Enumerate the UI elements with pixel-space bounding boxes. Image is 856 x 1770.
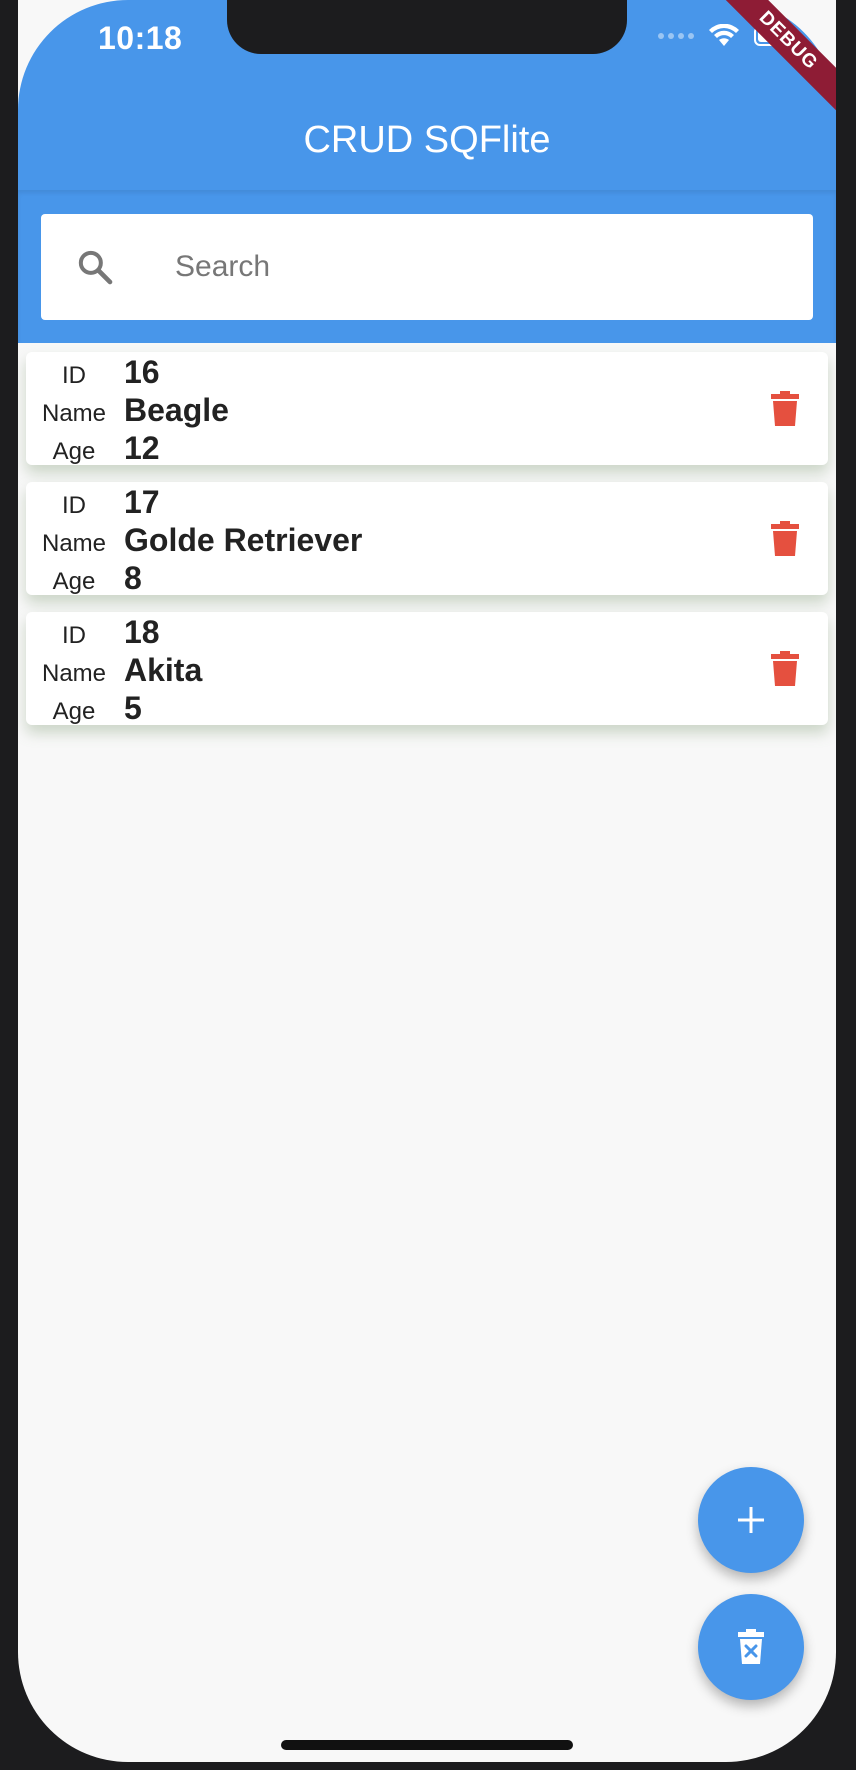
id-label: ID (62, 622, 86, 649)
clear-all-button[interactable] (698, 1594, 804, 1700)
clear-all-icon (738, 1629, 764, 1664)
delete-button[interactable] (764, 518, 806, 560)
app-bar: CRUD SQFlite (18, 90, 836, 190)
age-value: 12 (124, 430, 160, 466)
status-time: 10:18 (98, 20, 183, 56)
name-value: Golde Retriever (124, 522, 363, 558)
list-item[interactable]: ID 17 Name Golde Retriever Age 8 (26, 482, 828, 596)
id-value: 17 (124, 484, 160, 520)
name-label: Name (41, 660, 107, 687)
delete-button[interactable] (764, 388, 806, 430)
cellular-signal-icon (658, 33, 694, 39)
age-value: 8 (124, 560, 142, 596)
device-notch (227, 0, 627, 54)
search-box[interactable] (41, 214, 813, 320)
trash-icon (771, 521, 799, 556)
age-label: Age (52, 438, 96, 465)
home-indicator[interactable] (281, 1740, 573, 1750)
search-panel (18, 190, 836, 343)
search-input[interactable] (173, 249, 737, 285)
name-label: Name (41, 400, 107, 427)
search-icon (78, 250, 113, 285)
record-list: ID 16 Name Beagle Age 12 ID 17 Name Gold… (26, 352, 828, 742)
list-item[interactable]: ID 18 Name Akita Age 5 (26, 612, 828, 726)
delete-button[interactable] (764, 648, 806, 690)
age-value: 5 (124, 690, 142, 726)
id-value: 16 (124, 354, 160, 390)
list-item[interactable]: ID 16 Name Beagle Age 12 (26, 352, 828, 466)
page-title: CRUD SQFlite (303, 118, 551, 161)
add-record-button[interactable] (698, 1467, 804, 1573)
name-label: Name (41, 530, 107, 557)
trash-icon (771, 651, 799, 686)
age-label: Age (52, 568, 96, 595)
phone-screen: 10:18 DEBUG CRUD SQFlite ID 16 (18, 0, 836, 1762)
id-value: 18 (124, 614, 160, 650)
trash-icon (771, 391, 799, 426)
name-value: Akita (124, 652, 203, 688)
wifi-icon (709, 24, 739, 46)
name-value: Beagle (124, 392, 229, 428)
age-label: Age (52, 698, 96, 725)
id-label: ID (62, 492, 86, 519)
plus-icon (738, 1507, 764, 1533)
id-label: ID (62, 362, 86, 389)
